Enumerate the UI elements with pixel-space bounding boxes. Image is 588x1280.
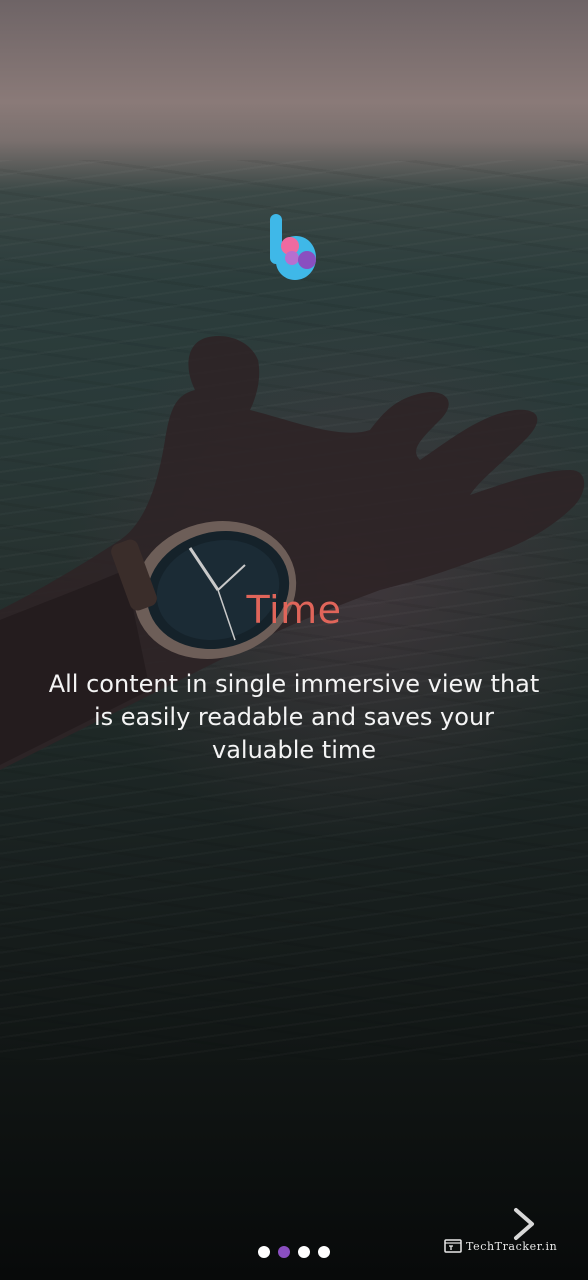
onboarding-description: All content in single immersive view tha… xyxy=(48,670,540,764)
watermark-text: TechTracker.in xyxy=(466,1239,558,1253)
b-logo-icon xyxy=(270,214,316,280)
onboarding-screen: Time All content in single immersive vie… xyxy=(0,0,588,1280)
page-dot-3[interactable] xyxy=(298,1246,310,1258)
onboarding-title: Time xyxy=(246,588,342,632)
page-indicator xyxy=(258,1246,330,1258)
page-dot-4[interactable] xyxy=(318,1246,330,1258)
page-dot-1[interactable] xyxy=(258,1246,270,1258)
watermark-browser-icon xyxy=(444,1239,462,1253)
page-dot-2-active[interactable] xyxy=(278,1246,290,1258)
watermark: TechTracker.in xyxy=(444,1236,557,1256)
